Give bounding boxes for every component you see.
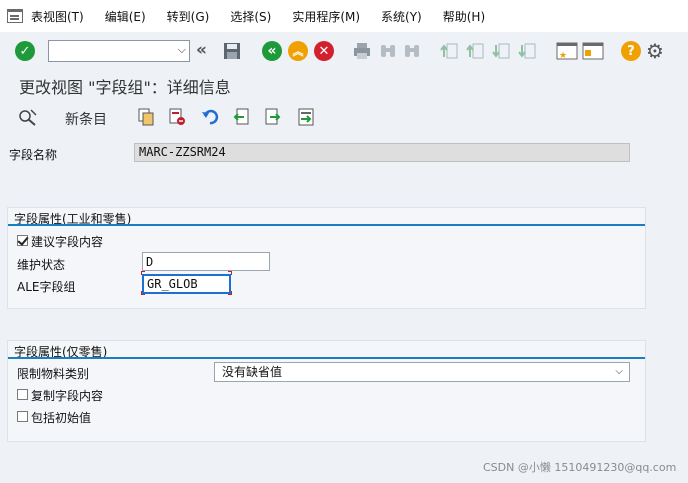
field-name-label: 字段名称 [9,148,58,162]
menu-system[interactable]: 系统(Y) [381,8,422,25]
first-page-icon[interactable] [440,41,460,61]
ale-field-group-label: ALE字段组 [17,280,76,294]
chevron-down-icon: ⌵ [615,366,623,377]
group-industry-retail-divider [8,224,645,226]
menu-selection[interactable]: 选择(S) [230,8,271,25]
field-name-value: MARC-ZZSRM24 [134,143,630,162]
application-toolbar: 新条目 [0,104,688,132]
page-title: 更改视图 "字段组"：详细信息 [19,78,231,97]
command-field[interactable]: ⌵ [48,40,190,62]
focus-corner-mark [141,291,145,295]
menu-table-view[interactable]: 表视图(T) [31,8,84,25]
include-initial-values-checkbox[interactable] [17,411,28,422]
menu-help[interactable]: 帮助(H) [443,8,485,25]
material-type-select[interactable]: 没有缺省值 ⌵ [214,362,630,382]
menu-bar: 表视图(T) 编辑(E) 转到(G) 选择(S) 实用程序(M) 系统(Y) 帮… [0,0,688,32]
select-entry-icon[interactable] [297,108,315,126]
new-entries-button[interactable]: 新条目 [65,109,107,129]
material-type-value: 没有缺省值 [222,365,283,379]
undo-icon[interactable] [201,108,219,126]
propose-field-content-checkbox[interactable] [17,235,28,246]
command-input[interactable] [49,41,169,61]
focus-corner-mark [141,271,145,275]
display-change-icon[interactable] [18,108,38,126]
print-icon[interactable] [352,41,372,61]
menu-utilities[interactable]: 实用程序(M) [292,8,360,25]
find-next-icon[interactable] [402,41,422,61]
include-initial-values-label: 包括初始值 [31,411,92,425]
menu-goto[interactable]: 转到(G) [167,8,210,25]
propose-field-content-label: 建议字段内容 [31,235,104,249]
focus-corner-mark [228,271,232,275]
copy-field-content-label: 复制字段内容 [31,389,104,403]
save-icon[interactable] [222,41,242,61]
last-page-icon[interactable] [518,41,538,61]
ale-field-group-input[interactable] [142,274,231,294]
next-entry-icon[interactable] [264,108,282,126]
customize-layout-icon[interactable]: ⚙ [646,39,664,63]
system-menu-icon[interactable] [7,9,23,23]
group-retail-only-divider [8,357,645,359]
command-dropdown-icon[interactable]: ⌵ [178,43,186,57]
previous-entry-icon[interactable] [232,108,250,126]
material-type-label: 限制物料类别 [17,367,90,381]
cancel-icon[interactable]: ✕ [314,41,334,61]
maintenance-status-input[interactable] [142,252,270,271]
standard-toolbar: ✓ ⌵ « « ︽ ✕ ★ ? ⚙ [0,32,688,70]
previous-page-icon[interactable] [466,41,486,61]
find-icon[interactable] [378,41,398,61]
generate-shortcut-icon[interactable] [582,41,604,61]
exit-icon[interactable]: ︽ [288,41,308,61]
svg-text:★: ★ [559,51,567,61]
menu-edit[interactable]: 编辑(E) [105,8,146,25]
maintenance-status-label: 维护状态 [17,258,66,272]
create-session-icon[interactable]: ★ [556,41,578,61]
focus-corner-mark [228,291,232,295]
copy-as-icon[interactable] [137,108,155,126]
next-page-icon[interactable] [492,41,512,61]
enter-icon[interactable]: ✓ [15,41,35,61]
watermark: CSDN @小懒 1510491230@qq.com [483,461,677,474]
help-icon[interactable]: ? [621,41,641,61]
delete-icon[interactable] [168,108,186,126]
group-industry-retail: 字段属性(工业和零售) [7,207,646,309]
collapse-icon[interactable]: « [196,40,207,60]
copy-field-content-checkbox[interactable] [17,389,28,400]
back-icon[interactable]: « [262,41,282,61]
